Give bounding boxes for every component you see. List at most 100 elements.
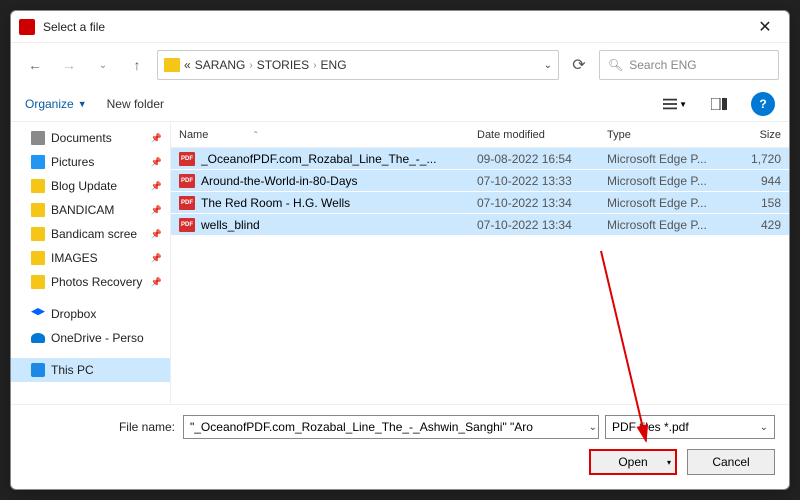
sidebar-item[interactable]: Photos Recovery📌: [11, 270, 170, 294]
file-name: wells_blind: [201, 218, 477, 232]
close-icon[interactable]: ✕: [749, 13, 781, 41]
chevron-right-icon: ›: [249, 60, 252, 71]
pdf-icon: PDF: [179, 218, 195, 232]
back-button[interactable]: ←: [21, 51, 49, 79]
titlebar: Select a file ✕: [11, 11, 789, 43]
column-size[interactable]: Size: [737, 129, 789, 141]
sidebar-item[interactable]: Documents📌: [11, 126, 170, 150]
folder-icon: [31, 179, 45, 193]
organize-label: Organize: [25, 97, 74, 111]
sidebar-item-label: Photos Recovery: [51, 275, 142, 289]
table-row[interactable]: PDF_OceanofPDF.com_Rozabal_Line_The_-_..…: [171, 148, 789, 170]
search-icon: 🔍︎: [608, 58, 623, 72]
organize-button[interactable]: Organize ▼: [25, 97, 87, 111]
table-row[interactable]: PDFThe Red Room - H.G. Wells07-10-2022 1…: [171, 192, 789, 214]
view-mode-button[interactable]: ▼: [663, 92, 687, 116]
file-date: 07-10-2022 13:33: [477, 174, 607, 188]
recent-dropdown-icon[interactable]: ⌄: [89, 51, 117, 79]
sidebar-item[interactable]: OneDrive - Perso: [11, 326, 170, 350]
folder-icon: [31, 275, 45, 289]
sidebar-item-label: This PC: [51, 363, 94, 377]
footer: File name: ⌄ PDF files *.pdf ⌄ Open ▾ Ca…: [11, 404, 789, 489]
forward-button[interactable]: →: [55, 51, 83, 79]
chevron-down-icon[interactable]: ⌄: [589, 422, 597, 433]
toolbar: Organize ▼ New folder ▼ ?: [11, 87, 789, 121]
sidebar-item-label: Bandicam scree: [51, 227, 137, 241]
sidebar-item[interactable]: BANDICAM📌: [11, 198, 170, 222]
folder-icon: [164, 58, 180, 72]
filename-label: File name:: [25, 420, 175, 434]
up-button[interactable]: ↑: [123, 51, 151, 79]
chevron-right-icon: ›: [313, 60, 316, 71]
file-type: Microsoft Edge P...: [607, 174, 737, 188]
sidebar-item-label: Pictures: [51, 155, 94, 169]
sidebar-item[interactable]: IMAGES 📌: [11, 246, 170, 270]
chevron-down-icon: ▼: [78, 99, 87, 109]
filename-input[interactable]: [183, 415, 599, 439]
open-label: Open: [618, 455, 647, 469]
file-list: Name ⌃ Date modified Type Size PDF_Ocean…: [171, 122, 789, 404]
path-part[interactable]: STORIES: [257, 58, 309, 72]
file-type-filter[interactable]: PDF files *.pdf ⌄: [605, 415, 775, 439]
path-prefix: «: [184, 58, 191, 72]
file-date: 07-10-2022 13:34: [477, 196, 607, 210]
folder-icon: [31, 227, 45, 241]
table-row[interactable]: PDFwells_blind07-10-2022 13:34Microsoft …: [171, 214, 789, 236]
column-type[interactable]: Type: [607, 129, 737, 141]
search-input[interactable]: 🔍︎ Search ENG: [599, 50, 779, 80]
sidebar-item[interactable]: Dropbox: [11, 302, 170, 326]
column-date[interactable]: Date modified: [477, 129, 607, 141]
search-placeholder: Search ENG: [629, 58, 696, 72]
file-date: 07-10-2022 13:34: [477, 218, 607, 232]
file-date: 09-08-2022 16:54: [477, 152, 607, 166]
path-part[interactable]: ENG: [321, 58, 347, 72]
file-name: Around-the-World-in-80-Days: [201, 174, 477, 188]
sidebar-item[interactable]: Pictures 📌: [11, 150, 170, 174]
sidebar-item-label: OneDrive - Perso: [51, 331, 144, 345]
help-icon[interactable]: ?: [751, 92, 775, 116]
pin-icon: 📌: [151, 157, 162, 168]
pdf-icon: PDF: [179, 174, 195, 188]
file-size: 944: [737, 174, 789, 188]
refresh-button[interactable]: ⟳: [565, 51, 593, 79]
file-type: Microsoft Edge P...: [607, 196, 737, 210]
cancel-button[interactable]: Cancel: [687, 449, 775, 475]
breadcrumb[interactable]: « SARANG › STORIES › ENG ⌄: [157, 50, 559, 80]
column-name[interactable]: Name ⌃: [179, 129, 477, 141]
onedrive-icon: [31, 333, 45, 343]
dialog-title: Select a file: [43, 20, 749, 34]
nav-row: ← → ⌄ ↑ « SARANG › STORIES › ENG ⌄ ⟳ 🔍︎ …: [11, 43, 789, 87]
sidebar-item-label: Dropbox: [51, 307, 96, 321]
file-type: Microsoft Edge P...: [607, 152, 737, 166]
path-part[interactable]: SARANG: [195, 58, 246, 72]
column-headers: Name ⌃ Date modified Type Size: [171, 122, 789, 148]
file-open-dialog: Select a file ✕ ← → ⌄ ↑ « SARANG › STORI…: [10, 10, 790, 490]
file-size: 429: [737, 218, 789, 232]
chevron-down-icon: ▼: [679, 100, 687, 109]
table-row[interactable]: PDF Around-the-World-in-80-Days07-10-2022…: [171, 170, 789, 192]
preview-pane-button[interactable]: [707, 92, 731, 116]
thispc-icon: [31, 363, 45, 377]
file-size: 1,720: [737, 152, 789, 166]
app-icon: [19, 19, 35, 35]
sidebar-item-label: Blog Update: [51, 179, 117, 193]
folder-icon: [31, 251, 45, 265]
sidebar-item[interactable]: Blog Update 📌: [11, 174, 170, 198]
sort-asc-icon: ⌃: [252, 130, 259, 139]
filter-label: PDF files *.pdf: [612, 420, 689, 434]
open-button[interactable]: Open ▾: [589, 449, 677, 475]
sidebar-item[interactable]: Bandicam scree📌: [11, 222, 170, 246]
pin-icon: 📌: [151, 253, 162, 264]
file-size: 158: [737, 196, 789, 210]
chevron-down-icon[interactable]: ⌄: [544, 60, 552, 71]
docs-icon: [31, 131, 45, 145]
sidebar-item-label: Documents: [51, 131, 112, 145]
pdf-icon: PDF: [179, 196, 195, 210]
sidebar-item-label: IMAGES: [51, 251, 98, 265]
sidebar-item[interactable]: This PC: [11, 358, 170, 382]
column-label: Name: [179, 129, 208, 141]
sidebar: Documents📌Pictures📌Blog Update📌BANDICAM📌…: [11, 122, 171, 404]
pdf-icon: PDF: [179, 152, 195, 166]
pin-icon: 📌: [151, 181, 162, 192]
new-folder-button[interactable]: New folder: [107, 97, 164, 111]
